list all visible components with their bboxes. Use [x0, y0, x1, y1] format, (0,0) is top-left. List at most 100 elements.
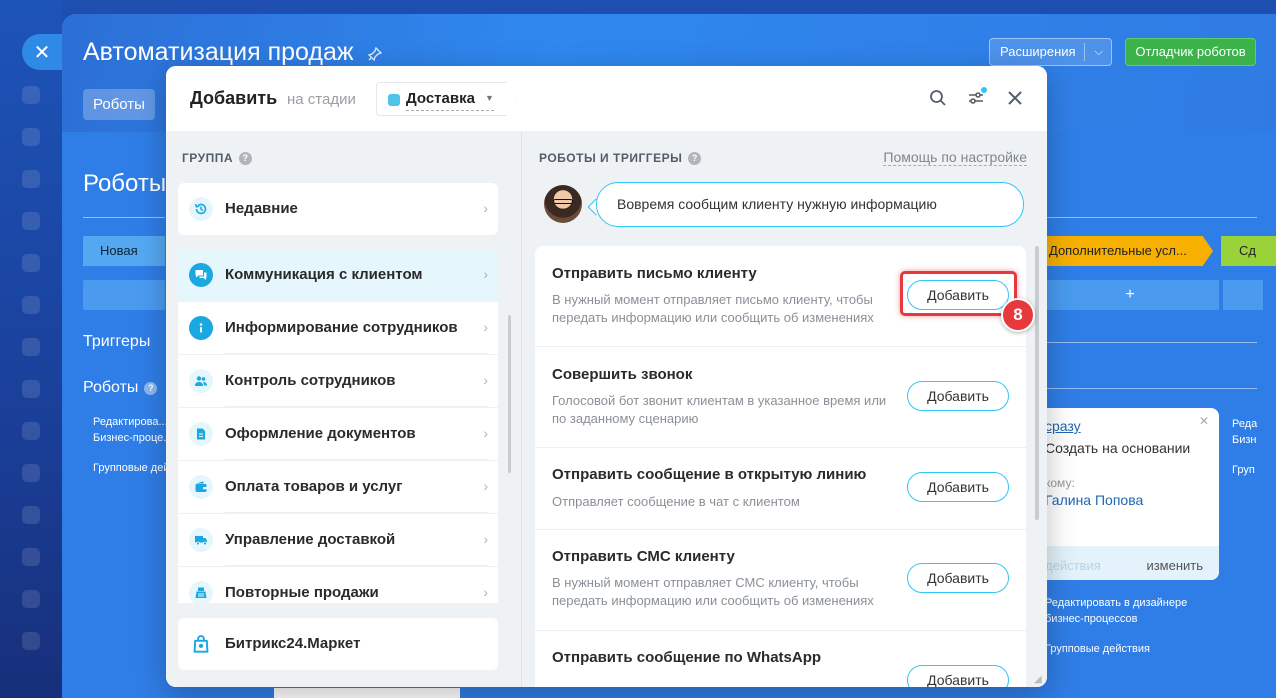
- add-robot-button[interactable]: Добавить: [907, 563, 1009, 593]
- cash-register-icon: [189, 581, 213, 603]
- chat-icon: [189, 263, 213, 287]
- stage-select-value: Доставка: [406, 90, 475, 107]
- stage-additional[interactable]: Дополнительные усл...: [1041, 236, 1213, 266]
- robot-description: Голосовой бот звонит клиентам в указанно…: [552, 393, 887, 426]
- stage-label: на стадии: [287, 91, 356, 108]
- group-item-label: Оплата товаров и услуг: [225, 478, 403, 495]
- group-panel: ГРУППА? Недавние › Коммуникация с клиент…: [166, 131, 522, 687]
- sidebar-icon[interactable]: [22, 128, 40, 146]
- robots-list-scrollbar[interactable]: [1035, 246, 1039, 520]
- stage-deal[interactable]: Сд: [1221, 236, 1276, 266]
- chevron-right-icon: ›: [483, 531, 488, 547]
- stage-new[interactable]: Новая: [83, 236, 165, 266]
- chevron-right-icon: ›: [483, 372, 488, 388]
- users-icon: [189, 369, 213, 393]
- sidebar-icon[interactable]: [22, 422, 40, 440]
- group-item-recent[interactable]: Недавние ›: [178, 183, 498, 235]
- highlight-frame: [900, 271, 1017, 316]
- edit-bp-link-edge[interactable]: Реда: [1232, 416, 1257, 432]
- bp-link[interactable]: Бизнес-проце...: [93, 430, 172, 446]
- search-icon[interactable]: [926, 86, 950, 110]
- chevron-right-icon: ›: [483, 425, 488, 441]
- add-robot-dialog: Добавить на стадии Доставка ▼ ГРУППА? Не…: [166, 66, 1047, 687]
- bp-link-edge[interactable]: Бизн: [1232, 432, 1256, 448]
- robot-description: В нужный момент отправляет СМС клиенту, …: [552, 575, 874, 608]
- page-title: Автоматизация продаж: [83, 38, 354, 66]
- history-icon: [189, 197, 213, 221]
- group-actions-link-right[interactable]: Групповые действия: [1045, 641, 1150, 657]
- sidebar-icon[interactable]: [22, 590, 40, 608]
- group-item-repeat-sales[interactable]: Повторные продажи ›: [178, 567, 498, 603]
- robots-debugger-button[interactable]: Отладчик роботов: [1125, 38, 1256, 66]
- robot-title: Совершить звонок: [552, 366, 693, 383]
- edit-bp-link[interactable]: Редактирова...: [93, 414, 168, 430]
- add-robot-plus[interactable]: +: [1041, 280, 1219, 310]
- group-item-documents[interactable]: Оформление документов ›: [178, 408, 498, 460]
- card-title: Создать на основании: [1045, 440, 1191, 456]
- add-robot-button[interactable]: Добавить: [907, 665, 1009, 687]
- sidebar-icon[interactable]: [22, 380, 40, 398]
- pin-icon[interactable]: [367, 46, 383, 64]
- sidebar-icon[interactable]: [22, 86, 40, 104]
- group-header: ГРУППА?: [182, 151, 253, 165]
- sidebar-icon[interactable]: [22, 254, 40, 272]
- wallet-icon: [189, 475, 213, 499]
- robot-item: Отправить СМС клиенту В нужный момент от…: [535, 530, 1026, 631]
- group-item-delivery[interactable]: Управление доставкой ›: [178, 514, 498, 566]
- dialog-title: Добавить: [190, 88, 278, 108]
- sidebar-icon[interactable]: [22, 464, 40, 482]
- robot-item: Отправить сообщение по WhatsApp Добавить: [535, 631, 1026, 687]
- chevron-down-icon: ▼: [485, 93, 494, 103]
- card-edit-link[interactable]: изменить: [1146, 558, 1203, 573]
- group-item-employee-control[interactable]: Контроль сотрудников ›: [178, 355, 498, 407]
- group-item-label: Оформление документов: [225, 425, 416, 442]
- edit-in-designer-link[interactable]: Редактировать в дизайнере: [1045, 595, 1187, 611]
- group-list: Коммуникация с клиентом › Информирование…: [166, 249, 522, 603]
- sidebar-icon[interactable]: [22, 506, 40, 524]
- info-icon: [189, 316, 213, 340]
- group-list-scrollbar[interactable]: [508, 315, 511, 473]
- card-user-link[interactable]: Галина Попова: [1045, 492, 1143, 508]
- group-item-payments[interactable]: Оплата товаров и услуг ›: [178, 461, 498, 513]
- group-item-label: Информирование сотрудников: [225, 319, 458, 336]
- tab-robots[interactable]: Роботы: [83, 89, 155, 120]
- close-icon[interactable]: ✕: [1199, 414, 1209, 428]
- robots-header: РОБОТЫ И ТРИГГЕРЫ?: [539, 151, 702, 165]
- group-actions-link-edge[interactable]: Груп: [1232, 462, 1255, 478]
- group-item-client-communication[interactable]: Коммуникация с клиентом ›: [178, 249, 498, 301]
- triggers-label: Триггеры: [83, 333, 151, 350]
- extensions-button[interactable]: Расширения ⌵: [989, 38, 1112, 66]
- sidebar-icon[interactable]: [22, 170, 40, 188]
- stage-bar: [83, 280, 165, 310]
- sidebar-icon[interactable]: [22, 212, 40, 230]
- section-heading: Роботы: [83, 170, 167, 197]
- group-item-market[interactable]: Битрикс24.Маркет: [178, 618, 498, 670]
- bp-designer-link[interactable]: бизнес-процессов: [1045, 611, 1137, 627]
- stage-select[interactable]: Доставка ▼: [376, 82, 516, 116]
- market-bag-icon: [189, 632, 213, 656]
- group-item-label: Недавние: [225, 200, 298, 217]
- group-item-label: Битрикс24.Маркет: [225, 635, 361, 652]
- robot-card[interactable]: ✕ сразу Создать на основании кому: Галин…: [1035, 408, 1219, 580]
- sidebar-icon[interactable]: [22, 548, 40, 566]
- document-icon: [189, 422, 213, 446]
- group-item-label: Контроль сотрудников: [225, 372, 396, 389]
- close-icon[interactable]: [1003, 86, 1027, 110]
- robots-label: Роботы?: [83, 379, 158, 397]
- chevron-down-icon[interactable]: ⌵: [1095, 39, 1103, 65]
- sidebar-icon[interactable]: [22, 296, 40, 314]
- add-robot-button[interactable]: Добавить: [907, 472, 1009, 502]
- resize-handle-icon[interactable]: ◢: [1034, 674, 1042, 685]
- dialog-header: Добавить на стадии Доставка ▼: [166, 66, 1047, 131]
- group-item-label: Коммуникация с клиентом: [225, 266, 423, 283]
- group-item-employee-notify[interactable]: Информирование сотрудников ›: [178, 302, 498, 354]
- sidebar-icon[interactable]: [22, 632, 40, 650]
- slider-close-button[interactable]: ✕: [22, 34, 62, 70]
- card-timing-link[interactable]: сразу: [1045, 418, 1081, 434]
- sidebar-icon[interactable]: [22, 338, 40, 356]
- add-robot-button[interactable]: Добавить: [907, 381, 1009, 411]
- setup-help-link[interactable]: Помощь по настройке: [883, 149, 1027, 166]
- chevron-right-icon: ›: [483, 266, 488, 282]
- filter-icon[interactable]: [964, 86, 988, 110]
- chevron-right-icon: ›: [483, 584, 488, 600]
